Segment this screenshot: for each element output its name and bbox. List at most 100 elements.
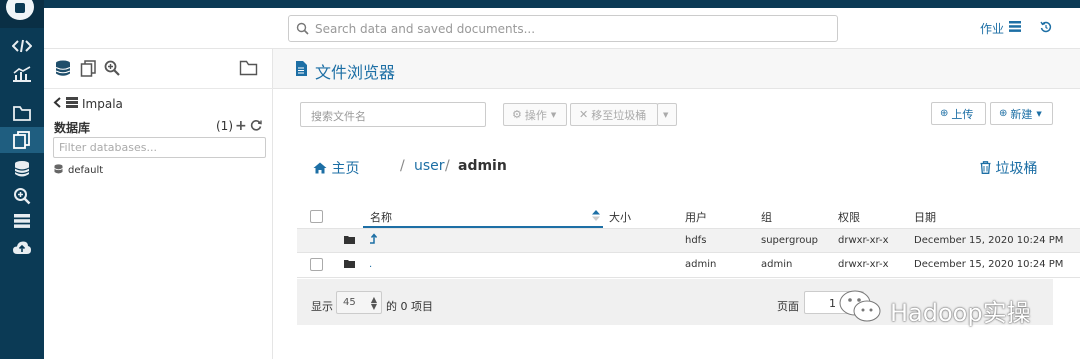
jobs-icon[interactable] — [6, 208, 38, 234]
column-header-user[interactable]: 用户 — [685, 209, 707, 225]
documents-assist-tab-icon[interactable] — [239, 60, 258, 79]
breadcrumb-home-label: 主页 — [331, 161, 360, 177]
column-header-size[interactable]: 大小 — [609, 209, 631, 225]
home-icon — [313, 161, 331, 177]
column-header-name[interactable]: 名称 — [370, 209, 392, 225]
search-placeholder: Search data and saved documents... — [315, 22, 536, 36]
assist-back-row[interactable]: Impala — [53, 97, 123, 111]
page-title: 文件浏览器 — [315, 63, 396, 82]
search-index-icon[interactable] — [6, 183, 38, 209]
page-size-select[interactable]: 45 ▲ ▼ — [336, 291, 382, 314]
row-date: December 15, 2020 10:24 PM — [914, 259, 1064, 270]
global-search-input[interactable]: Search data and saved documents... — [288, 15, 838, 42]
new-label: 新建 — [1010, 107, 1033, 121]
column-header-permission[interactable]: 权限 — [838, 209, 860, 225]
file-icon — [295, 61, 307, 79]
row-permission: drwxr-xr-x — [838, 259, 889, 270]
file-search-input[interactable]: 搜索文件名 — [300, 102, 486, 127]
refresh-icon[interactable] — [250, 119, 262, 134]
show-label: 显示 — [311, 300, 333, 313]
files-assist-tab-icon[interactable] — [80, 60, 97, 80]
databases-heading: 数据库 — [54, 121, 91, 135]
filter-placeholder: Filter databases... — [59, 141, 157, 154]
row-name[interactable]: . — [369, 259, 372, 270]
caret-down-icon: ▼ — [663, 110, 669, 119]
database-icon — [54, 164, 63, 177]
tables-icon[interactable] — [6, 156, 38, 182]
watermark: Hadoop实操 — [838, 288, 1031, 332]
breadcrumb-separator: / — [400, 158, 405, 174]
page-number-value: 1 — [829, 297, 836, 310]
close-icon: ✕ — [579, 108, 589, 121]
sql-assist-tab-icon[interactable] — [55, 60, 71, 80]
trash-link[interactable]: 垃圾桶 — [980, 158, 1037, 178]
items-count-label: 的 0 项目 — [386, 300, 433, 313]
row-user: hdfs — [685, 235, 707, 246]
databases-count: (1) — [216, 119, 233, 133]
column-header-date[interactable]: 日期 — [914, 209, 936, 225]
assist-panel: Impala 数据库 (1) + Filter databases... def… — [44, 49, 273, 359]
row-user: admin — [685, 259, 717, 270]
stepper-arrows-icon: ▲ ▼ — [370, 295, 377, 311]
actions-label: 操作 — [524, 108, 547, 122]
new-button[interactable]: ⊕ 新建 ▼ — [990, 102, 1053, 125]
table-row[interactable]: hdfs supergroup drwxr-xr-x December 15, … — [297, 228, 1080, 253]
editor-icon[interactable] — [6, 33, 38, 59]
upload-label: 上传 — [951, 107, 974, 121]
left-nav-rail — [0, 0, 44, 359]
parent-dir-arrow-icon[interactable] — [369, 233, 378, 247]
actions-button[interactable]: ⚙ 操作 ▼ — [503, 103, 567, 126]
history-icon[interactable] — [1040, 21, 1052, 36]
search-icon — [296, 22, 309, 38]
database-filter-input[interactable]: Filter databases... — [53, 137, 266, 158]
table-row[interactable]: . admin admin drwxr-xr-x December 15, 20… — [297, 253, 1080, 278]
add-database-icon[interactable]: + — [235, 118, 247, 134]
assist-tabs — [44, 49, 273, 89]
watermark-text: Hadoop实操 — [890, 298, 1031, 327]
sort-asc-icon[interactable] — [592, 210, 600, 224]
row-permission: drwxr-xr-x — [838, 235, 889, 246]
breadcrumb-separator: / — [445, 158, 450, 174]
move-to-trash-button[interactable]: ✕ 移至垃圾桶 — [570, 103, 658, 126]
trash-label: 垃圾桶 — [995, 161, 1038, 177]
wechat-logo-icon — [838, 288, 882, 332]
row-group: supergroup — [761, 235, 819, 246]
breadcrumb-user[interactable]: user — [414, 158, 445, 174]
documents-icon[interactable] — [6, 100, 38, 126]
files-icon[interactable] — [0, 127, 44, 153]
caret-down-icon: ▼ — [1036, 109, 1042, 118]
folder-icon — [344, 259, 355, 271]
database-item[interactable]: default — [54, 164, 103, 177]
caret-down-icon: ▼ — [550, 110, 557, 119]
column-header-group[interactable]: 组 — [761, 209, 772, 225]
importer-icon[interactable] — [6, 235, 38, 261]
breadcrumb-admin: admin — [458, 158, 507, 174]
chevron-left-icon[interactable] — [53, 97, 62, 111]
trash-dropdown-button[interactable]: ▼ — [657, 103, 677, 126]
assist-source-label: Impala — [82, 97, 123, 111]
jobs-list-icon[interactable] — [1009, 21, 1021, 35]
row-date: December 15, 2020 10:24 PM — [914, 235, 1064, 246]
index-assist-tab-icon[interactable] — [104, 60, 120, 79]
folder-icon — [344, 235, 355, 247]
page-label: 页面 — [777, 300, 799, 313]
breadcrumb-home[interactable]: 主页 — [313, 158, 359, 178]
select-all-checkbox[interactable] — [310, 210, 323, 223]
move-to-trash-label: 移至垃圾桶 — [591, 108, 647, 122]
page-size-value: 45 — [343, 297, 356, 308]
upload-button[interactable]: ⊕ 上传 — [931, 102, 986, 125]
file-browser-title-bar: 文件浏览器 — [273, 49, 1080, 89]
row-group: admin — [761, 259, 793, 270]
impala-server-icon — [66, 97, 78, 111]
row-checkbox[interactable] — [310, 258, 323, 271]
top-strip — [44, 0, 1080, 8]
jobs-link[interactable]: 作业 — [980, 20, 1004, 37]
gear-icon: ⚙ — [512, 108, 522, 121]
plus-circle-icon: ⊕ — [940, 108, 949, 119]
plus-circle-icon: ⊕ — [999, 108, 1008, 119]
trash-icon — [980, 161, 995, 177]
dashboard-icon[interactable] — [6, 61, 38, 87]
file-search-placeholder: 搜索文件名 — [311, 110, 366, 123]
database-name[interactable]: default — [68, 165, 103, 176]
header-bar: Search data and saved documents... 作业 — [44, 8, 1080, 49]
